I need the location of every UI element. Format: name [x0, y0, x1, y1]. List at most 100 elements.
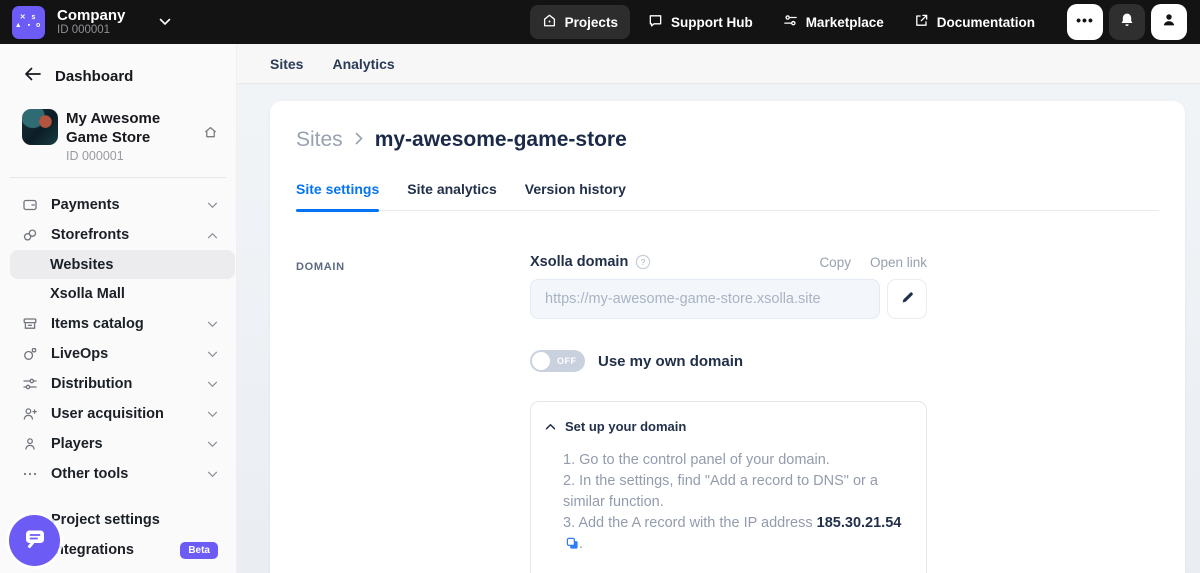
main-area: Sites Analytics Sites my-awesome-game-st…: [237, 44, 1200, 573]
wallet-icon: [22, 197, 39, 213]
sidebar-item-label: Other tools: [51, 466, 207, 482]
dashboard-label: Dashboard: [55, 68, 133, 85]
own-domain-toggle[interactable]: OFF: [530, 350, 585, 372]
chevron-up-icon: [545, 417, 556, 435]
open-link[interactable]: Open link: [870, 255, 927, 270]
chat-bubble-icon: [22, 526, 48, 555]
setup-step-1: 1. Go to the control panel of your domai…: [563, 450, 910, 471]
user-icon: [22, 436, 39, 452]
chevron-down-icon: [207, 381, 218, 388]
pencil-icon: [900, 290, 915, 308]
sidebar-item-user-acquisition[interactable]: User acquisition: [0, 399, 236, 429]
user-icon: [1161, 12, 1177, 33]
tab-version-history[interactable]: Version history: [525, 181, 626, 210]
nav-documentation-button[interactable]: Documentation: [902, 5, 1047, 39]
nav-projects-button[interactable]: Projects: [530, 5, 630, 39]
chat-fab-button[interactable]: [9, 515, 60, 566]
sliders-icon: [783, 13, 798, 31]
topbar: ✕ ꜱ▲ ▪ ᴏ Company ID 000001 Projects Supp…: [0, 0, 1200, 44]
chevron-up-icon: [207, 232, 218, 239]
beta-badge: Beta: [180, 542, 218, 559]
home-icon: [542, 13, 557, 31]
setup-domain-panel: Set up your domain 1. Go to the control …: [530, 401, 927, 573]
sliders-icon: [22, 376, 39, 392]
setup-step-3: 3. Add the A record with the IP address …: [563, 513, 910, 557]
account-button[interactable]: [1151, 4, 1187, 40]
sidebar-item-payments[interactable]: Payments: [0, 190, 236, 220]
bell-icon: [1119, 12, 1135, 33]
setup-panel-header[interactable]: Set up your domain: [545, 417, 910, 435]
sidebar-item-distribution[interactable]: Distribution: [0, 369, 236, 399]
sidebar-item-xsolla-mall[interactable]: Xsolla Mall: [0, 279, 236, 309]
project-card[interactable]: My Awesome Game Store ID 000001: [0, 95, 236, 163]
nav-projects-label: Projects: [565, 15, 618, 30]
help-icon[interactable]: ?: [635, 254, 651, 270]
nav-support-hub-button[interactable]: Support Hub: [636, 5, 765, 39]
tab-site-settings[interactable]: Site settings: [296, 181, 379, 210]
sidebar-item-label: Distribution: [51, 376, 207, 392]
sidebar-item-label: LiveOps: [51, 346, 207, 362]
chevron-down-icon: [207, 441, 218, 448]
site-settings-card: Sites my-awesome-game-store Site setting…: [270, 101, 1185, 573]
divider: [10, 177, 226, 178]
copy-link[interactable]: Copy: [819, 255, 851, 270]
copy-icon[interactable]: [566, 536, 579, 557]
sidebar-item-items-catalog[interactable]: Items catalog: [0, 309, 236, 339]
sidebar-item-websites[interactable]: Websites: [10, 250, 235, 279]
sidebar-item-storefronts[interactable]: Storefronts: [0, 220, 236, 250]
ellipsis-icon: •••: [1076, 12, 1094, 28]
subnav-analytics[interactable]: Analytics: [332, 56, 394, 72]
archive-box-icon: [22, 316, 39, 332]
domain-section-label: DOMAIN: [296, 261, 345, 273]
company-name: Company: [57, 8, 125, 24]
page-title: my-awesome-game-store: [375, 128, 627, 152]
chat-bubble-icon: [648, 13, 663, 31]
chevron-down-icon: [207, 202, 218, 209]
project-name: My Awesome Game Store: [66, 109, 203, 147]
nav-documentation-label: Documentation: [937, 15, 1035, 30]
subnav-sites[interactable]: Sites: [270, 56, 303, 72]
breadcrumb: Sites my-awesome-game-store: [296, 128, 1159, 152]
edit-domain-button[interactable]: [887, 279, 927, 319]
sidebar-item-players[interactable]: Players: [0, 429, 236, 459]
chevron-down-icon: [207, 351, 218, 358]
sidebar-item-label: Integrations: [51, 542, 180, 558]
setup-step-2: 2. In the settings, find "Add a record t…: [563, 471, 910, 513]
chevron-down-icon[interactable]: [159, 18, 171, 26]
content-background: Sites my-awesome-game-store Site setting…: [237, 84, 1200, 573]
tab-site-analytics[interactable]: Site analytics: [407, 181, 497, 210]
chevron-right-icon: [355, 132, 363, 149]
breadcrumb-sites[interactable]: Sites: [296, 128, 343, 152]
toggle-state-label: OFF: [557, 356, 577, 366]
domain-section: DOMAIN Xsolla domain ? Copy Open link: [296, 254, 1159, 573]
sidebar-item-label: Project settings: [51, 512, 218, 528]
more-options-button[interactable]: •••: [1067, 4, 1103, 40]
external-link-icon: [914, 13, 929, 31]
link-icon: [22, 227, 39, 243]
chevron-down-icon: [207, 411, 218, 418]
project-avatar: [22, 109, 58, 145]
xsolla-domain-label: Xsolla domain: [530, 254, 628, 270]
xsolla-logo-icon[interactable]: ✕ ꜱ▲ ▪ ᴏ: [12, 6, 45, 39]
secondary-nav: Sites Analytics: [237, 44, 1200, 84]
xsolla-domain-input[interactable]: [530, 279, 880, 319]
tab-bar: Site settings Site analytics Version his…: [296, 181, 1159, 211]
sidebar-item-label: Xsolla Mall: [50, 286, 218, 302]
chevron-down-icon: [207, 321, 218, 328]
company-switcher[interactable]: Company ID 000001: [57, 8, 125, 37]
back-to-dashboard[interactable]: Dashboard: [0, 57, 236, 95]
arrow-left-icon: [24, 67, 41, 85]
notifications-button[interactable]: [1109, 4, 1145, 40]
setup-panel-title: Set up your domain: [565, 419, 686, 434]
sidebar-item-other-tools[interactable]: Other tools: [0, 459, 236, 489]
user-plus-icon: [22, 406, 39, 422]
sidebar-item-liveops[interactable]: LiveOps: [0, 339, 236, 369]
ellipsis-icon: [22, 466, 39, 482]
home-icon: [203, 125, 218, 163]
setup-steps: 1. Go to the control panel of your domai…: [563, 450, 910, 557]
sidebar-item-sdk-for-unity[interactable]: SDK for Unity: [0, 565, 236, 573]
sidebar-item-label: User acquisition: [51, 406, 207, 422]
sidebar: Dashboard My Awesome Game Store ID 00000…: [0, 44, 237, 573]
ip-address: 185.30.21.54: [817, 515, 902, 531]
nav-marketplace-button[interactable]: Marketplace: [771, 5, 896, 39]
